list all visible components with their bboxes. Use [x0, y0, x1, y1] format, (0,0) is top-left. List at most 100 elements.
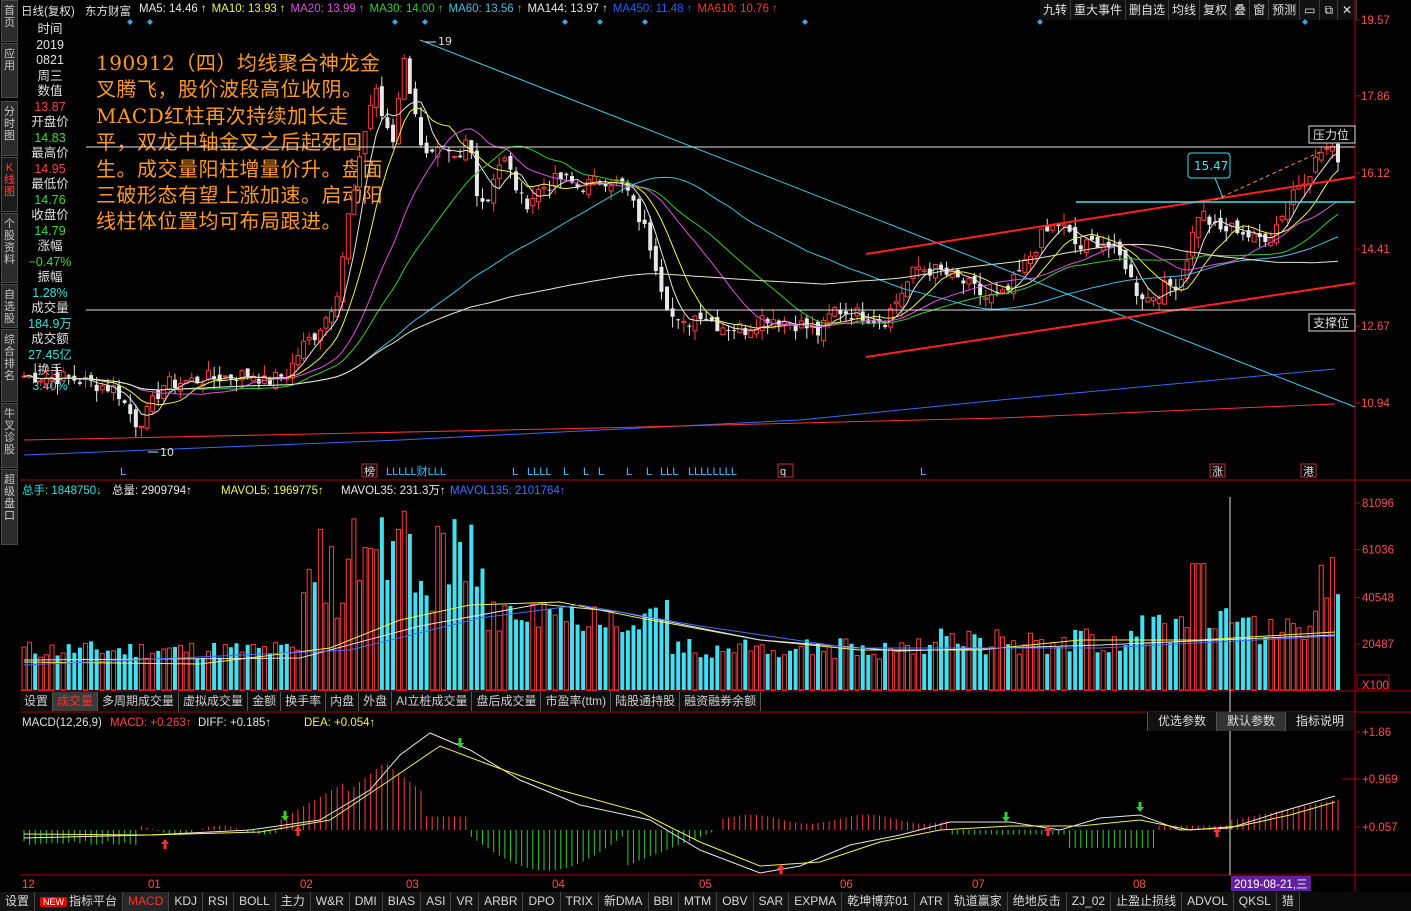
event-mark[interactable]: LLLLL财LLL: [386, 464, 446, 478]
indicator-tab-1[interactable]: NEW 指标平台: [35, 892, 124, 911]
volume-bar: [955, 643, 960, 690]
volume-bar: [306, 568, 312, 691]
indicator-tab-23[interactable]: 轨道赢家: [948, 892, 1008, 911]
event-mark[interactable]: L: [646, 466, 652, 478]
volume-tab-11[interactable]: 陆股通持股: [611, 692, 681, 711]
candle-body: [212, 376, 217, 379]
indicator-tab-12[interactable]: ARBR: [479, 892, 524, 911]
candle-body: [692, 315, 698, 332]
indicator-tab-28[interactable]: QKSL: [1233, 892, 1277, 911]
volume-tab-2[interactable]: 多周期成交量: [98, 692, 180, 711]
buy-arrow-icon: [777, 864, 785, 874]
event-mark[interactable]: L: [563, 466, 569, 478]
volume-bar: [128, 643, 133, 690]
volume-bar: [66, 644, 71, 690]
volume-bar: [289, 646, 295, 691]
volume-tab-5[interactable]: 换手率: [281, 692, 327, 711]
indicator-tab-25[interactable]: ZJ_02: [1066, 892, 1112, 911]
indicator-tab-4[interactable]: RSI: [203, 892, 235, 911]
volume-bar: [161, 648, 167, 691]
indicator-tab-5[interactable]: BOLL: [234, 892, 276, 911]
event-mark[interactable]: L: [512, 466, 518, 478]
event-diamond-icon[interactable]: [642, 19, 648, 25]
event-mark[interactable]: LLLL: [527, 466, 551, 478]
event-diamond-icon[interactable]: [562, 19, 568, 25]
macd-tick-label: +0.057: [1362, 822, 1398, 834]
event-mark[interactable]: L: [920, 466, 926, 478]
event-diamond-icon[interactable]: [597, 19, 603, 25]
volume-tab-9[interactable]: 盘后成交量: [472, 692, 542, 711]
event-mark[interactable]: 涨: [1212, 465, 1223, 478]
volume-tab-8[interactable]: AI立桩成交量: [392, 692, 473, 711]
event-mark[interactable]: L: [598, 466, 604, 478]
event-diamond-icon[interactable]: [127, 19, 133, 25]
candle-body: [222, 375, 228, 378]
macd-button-0[interactable]: 优选参数: [1147, 712, 1217, 731]
event-diamond-icon[interactable]: [1037, 19, 1043, 25]
candle-body: [206, 370, 212, 380]
candle-body: [356, 156, 362, 188]
event-mark[interactable]: LLL: [660, 466, 678, 478]
indicator-tab-20[interactable]: EXPMA: [789, 892, 843, 911]
event-mark[interactable]: L: [626, 466, 632, 478]
indicator-tab-13[interactable]: DPO: [523, 892, 561, 911]
indicator-tab-7[interactable]: W&R: [310, 892, 350, 911]
event-mark[interactable]: q: [780, 466, 786, 478]
event-diamond-icon[interactable]: [1302, 19, 1308, 25]
volume-bar: [1140, 615, 1145, 690]
indicator-tab-15[interactable]: 新DMA: [598, 892, 649, 911]
indicator-tab-29[interactable]: 猎: [1276, 892, 1300, 911]
volume-bar: [1157, 614, 1162, 690]
candle-body: [978, 284, 983, 296]
indicator-tab-22[interactable]: ATR: [914, 892, 949, 911]
indicator-tab-9[interactable]: BIAS: [382, 892, 422, 911]
volume-bar: [770, 650, 776, 691]
volume-tab-7[interactable]: 外盘: [359, 692, 393, 711]
event-diamond-icon[interactable]: [422, 19, 428, 25]
indicator-tab-0[interactable]: 设置: [0, 892, 36, 911]
indicator-tab-26[interactable]: 止盈止损线: [1111, 892, 1183, 911]
macd-button-1[interactable]: 默认参数: [1216, 712, 1286, 731]
event-mark[interactable]: L: [583, 466, 589, 478]
candle-body: [66, 375, 71, 377]
event-mark[interactable]: 榜: [364, 464, 375, 478]
indicator-tab-2[interactable]: MACD: [123, 892, 170, 911]
volume-bar: [715, 645, 720, 690]
indicator-tab-24[interactable]: 绝地反击: [1007, 892, 1067, 911]
event-mark[interactable]: 港: [1303, 465, 1314, 478]
indicator-tab-17[interactable]: MTM: [678, 892, 718, 911]
indicator-tab-16[interactable]: BBI: [648, 892, 679, 911]
indicator-tab-27[interactable]: ADVOL: [1182, 892, 1234, 911]
event-diamond-icon[interactable]: [392, 19, 398, 25]
indicator-tab-14[interactable]: TRIX: [560, 892, 599, 911]
volume-bar: [876, 658, 882, 691]
volume-tab-0[interactable]: 设置: [20, 692, 54, 711]
volume-tab-10[interactable]: 市盈率(ttm): [541, 692, 612, 711]
macd-button-2[interactable]: 指标说明: [1285, 712, 1355, 731]
volume-bar: [1117, 650, 1122, 690]
volume-tab-4[interactable]: 金额: [248, 692, 282, 711]
indicator-tab-6[interactable]: 主力: [275, 892, 311, 911]
event-diamond-icon[interactable]: [147, 19, 153, 25]
volume-bar: [978, 637, 983, 690]
indicator-tab-11[interactable]: VR: [451, 892, 480, 911]
event-diamond-icon[interactable]: [802, 19, 808, 25]
indicator-tab-10[interactable]: ASI: [421, 892, 452, 911]
indicator-tab-8[interactable]: DMI: [349, 892, 383, 911]
candle-body: [648, 222, 653, 251]
volume-tab-1[interactable]: 成交量: [53, 692, 99, 711]
volume-bar: [709, 657, 714, 690]
indicator-tab-19[interactable]: SAR: [753, 892, 790, 911]
indicator-tab-18[interactable]: OBV: [717, 892, 754, 911]
volume-tab-12[interactable]: 融资融券余额: [680, 692, 762, 711]
event-mark[interactable]: LLLLLLLL: [688, 466, 737, 478]
candle-body: [55, 372, 60, 385]
volume-tab-3[interactable]: 虚拟成交量: [179, 692, 249, 711]
candle-body: [491, 178, 497, 204]
indicator-tab-21[interactable]: 乾坤博弈01: [842, 892, 915, 911]
volume-tab-6[interactable]: 内盘: [326, 692, 360, 711]
event-mark[interactable]: L: [120, 466, 126, 478]
volume-bar: [743, 639, 748, 690]
indicator-tab-3[interactable]: KDJ: [169, 892, 204, 911]
volume-bar: [776, 657, 781, 690]
